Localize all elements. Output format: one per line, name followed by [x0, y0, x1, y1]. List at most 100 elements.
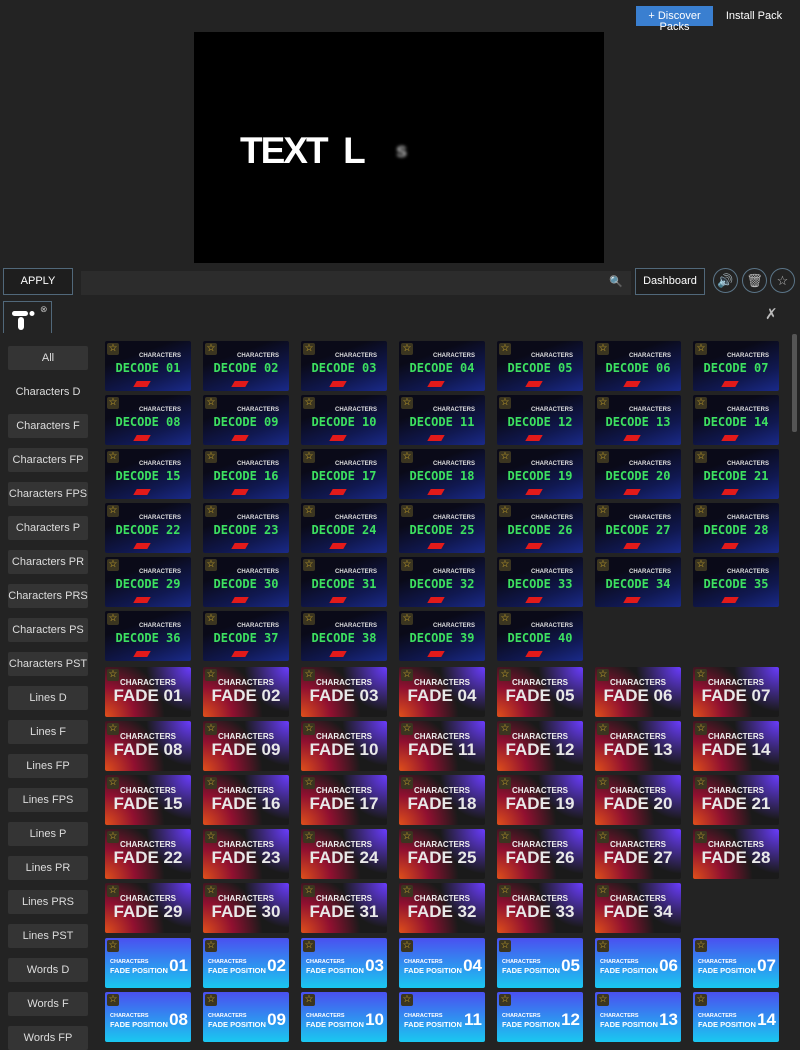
- preset-tile-decode-8[interactable]: ☆ CHARACTERS DECODE 08: [105, 395, 191, 445]
- preset-tile-fade-5[interactable]: ☆ CHARACTERS FADE 05: [497, 667, 583, 717]
- preset-tile-fade-3[interactable]: ☆ CHARACTERS FADE 03: [301, 667, 387, 717]
- preset-tile-decode-30[interactable]: ☆ CHARACTERS DECODE 30: [203, 557, 289, 607]
- preset-tile-fade-28[interactable]: ☆ CHARACTERS FADE 28: [693, 829, 779, 879]
- preset-tile-fade-16[interactable]: ☆ CHARACTERS FADE 16: [203, 775, 289, 825]
- preset-tile-fade-8[interactable]: ☆ CHARACTERS FADE 08: [105, 721, 191, 771]
- tab-text-presets[interactable]: ⊗: [3, 301, 52, 333]
- preset-tile-decode-11[interactable]: ☆ CHARACTERS DECODE 11: [399, 395, 485, 445]
- sidebar-item-all[interactable]: All: [8, 346, 88, 370]
- apply-button[interactable]: APPLY: [3, 268, 73, 295]
- preset-tile-fade-7[interactable]: ☆ CHARACTERS FADE 07: [693, 667, 779, 717]
- preset-tile-decode-5[interactable]: ☆ CHARACTERS DECODE 05: [497, 341, 583, 391]
- preset-tile-decode-24[interactable]: ☆ CHARACTERS DECODE 24: [301, 503, 387, 553]
- trash-icon[interactable]: 🗑: [742, 268, 767, 293]
- preset-tile-fade-18[interactable]: ☆ CHARACTERS FADE 18: [399, 775, 485, 825]
- preset-tile-fade-position-9[interactable]: ☆ CHARACTERS FADE POSITION 09: [203, 992, 289, 1042]
- sidebar-item-characters-fps[interactable]: Characters FPS: [8, 482, 88, 506]
- preset-tile-decode-13[interactable]: ☆ CHARACTERS DECODE 13: [595, 395, 681, 445]
- preset-tile-decode-6[interactable]: ☆ CHARACTERS DECODE 06: [595, 341, 681, 391]
- preset-tile-decode-23[interactable]: ☆ CHARACTERS DECODE 23: [203, 503, 289, 553]
- sidebar-item-lines-fp[interactable]: Lines FP: [8, 754, 88, 778]
- preset-tile-decode-15[interactable]: ☆ CHARACTERS DECODE 15: [105, 449, 191, 499]
- preset-tile-decode-25[interactable]: ☆ CHARACTERS DECODE 25: [399, 503, 485, 553]
- preset-tile-decode-10[interactable]: ☆ CHARACTERS DECODE 10: [301, 395, 387, 445]
- preset-tile-decode-26[interactable]: ☆ CHARACTERS DECODE 26: [497, 503, 583, 553]
- preset-tile-fade-position-11[interactable]: ☆ CHARACTERS FADE POSITION 11: [399, 992, 485, 1042]
- preset-tile-decode-7[interactable]: ☆ CHARACTERS DECODE 07: [693, 341, 779, 391]
- preset-tile-fade-12[interactable]: ☆ CHARACTERS FADE 12: [497, 721, 583, 771]
- sidebar-item-lines-prs[interactable]: Lines PRS: [8, 890, 88, 914]
- preset-tile-fade-position-7[interactable]: ☆ CHARACTERS FADE POSITION 07: [693, 938, 779, 988]
- preset-tile-decode-19[interactable]: ☆ CHARACTERS DECODE 19: [497, 449, 583, 499]
- sidebar-item-characters-prs[interactable]: Characters PRS: [8, 584, 88, 608]
- preset-tile-fade-30[interactable]: ☆ CHARACTERS FADE 30: [203, 883, 289, 933]
- preset-tile-decode-4[interactable]: ☆ CHARACTERS DECODE 04: [399, 341, 485, 391]
- preset-tile-fade-14[interactable]: ☆ CHARACTERS FADE 14: [693, 721, 779, 771]
- preset-tile-fade-position-14[interactable]: ☆ CHARACTERS FADE POSITION 14: [693, 992, 779, 1042]
- sidebar-item-characters-fp[interactable]: Characters FP: [8, 448, 88, 472]
- sidebar-item-lines-pr[interactable]: Lines PR: [8, 856, 88, 880]
- preset-tile-fade-11[interactable]: ☆ CHARACTERS FADE 11: [399, 721, 485, 771]
- preset-tile-fade-position-4[interactable]: ☆ CHARACTERS FADE POSITION 04: [399, 938, 485, 988]
- dashboard-button[interactable]: Dashboard: [635, 268, 705, 295]
- preset-tile-fade-position-3[interactable]: ☆ CHARACTERS FADE POSITION 03: [301, 938, 387, 988]
- install-pack-button[interactable]: Install Pack: [722, 6, 786, 26]
- preset-tile-decode-29[interactable]: ☆ CHARACTERS DECODE 29: [105, 557, 191, 607]
- preset-tile-fade-19[interactable]: ☆ CHARACTERS FADE 19: [497, 775, 583, 825]
- preset-tile-fade-29[interactable]: ☆ CHARACTERS FADE 29: [105, 883, 191, 933]
- preset-tile-decode-1[interactable]: ☆ CHARACTERS DECODE 01: [105, 341, 191, 391]
- preset-tile-decode-20[interactable]: ☆ CHARACTERS DECODE 20: [595, 449, 681, 499]
- sidebar-item-words-fp[interactable]: Words FP: [8, 1026, 88, 1050]
- preset-tile-fade-9[interactable]: ☆ CHARACTERS FADE 09: [203, 721, 289, 771]
- preset-tile-fade-34[interactable]: ☆ CHARACTERS FADE 34: [595, 883, 681, 933]
- preset-tile-fade-position-1[interactable]: ☆ CHARACTERS FADE POSITION 01: [105, 938, 191, 988]
- preset-tile-decode-2[interactable]: ☆ CHARACTERS DECODE 02: [203, 341, 289, 391]
- preset-tile-fade-1[interactable]: ☆ CHARACTERS FADE 01: [105, 667, 191, 717]
- preset-tile-decode-31[interactable]: ☆ CHARACTERS DECODE 31: [301, 557, 387, 607]
- preset-tile-fade-position-12[interactable]: ☆ CHARACTERS FADE POSITION 12: [497, 992, 583, 1042]
- preset-tile-decode-35[interactable]: ☆ CHARACTERS DECODE 35: [693, 557, 779, 607]
- scrollbar[interactable]: [792, 334, 797, 432]
- preset-tile-decode-18[interactable]: ☆ CHARACTERS DECODE 18: [399, 449, 485, 499]
- preset-tile-fade-13[interactable]: ☆ CHARACTERS FADE 13: [595, 721, 681, 771]
- preset-tile-fade-23[interactable]: ☆ CHARACTERS FADE 23: [203, 829, 289, 879]
- preset-tile-fade-position-6[interactable]: ☆ CHARACTERS FADE POSITION 06: [595, 938, 681, 988]
- preset-tile-decode-12[interactable]: ☆ CHARACTERS DECODE 12: [497, 395, 583, 445]
- preset-tile-fade-4[interactable]: ☆ CHARACTERS FADE 04: [399, 667, 485, 717]
- discover-packs-button[interactable]: + Discover Packs: [636, 6, 713, 33]
- preset-tile-decode-21[interactable]: ☆ CHARACTERS DECODE 21: [693, 449, 779, 499]
- preset-tile-decode-40[interactable]: ☆ CHARACTERS DECODE 40: [497, 611, 583, 661]
- preset-tile-fade-32[interactable]: ☆ CHARACTERS FADE 32: [399, 883, 485, 933]
- preset-tile-fade-position-10[interactable]: ☆ CHARACTERS FADE POSITION 10: [301, 992, 387, 1042]
- preset-tile-decode-33[interactable]: ☆ CHARACTERS DECODE 33: [497, 557, 583, 607]
- preset-tile-decode-27[interactable]: ☆ CHARACTERS DECODE 27: [595, 503, 681, 553]
- preset-tile-fade-20[interactable]: ☆ CHARACTERS FADE 20: [595, 775, 681, 825]
- sidebar-item-lines-p[interactable]: Lines P: [8, 822, 88, 846]
- preset-tile-decode-28[interactable]: ☆ CHARACTERS DECODE 28: [693, 503, 779, 553]
- preset-tile-fade-15[interactable]: ☆ CHARACTERS FADE 15: [105, 775, 191, 825]
- preset-tile-fade-position-8[interactable]: ☆ CHARACTERS FADE POSITION 08: [105, 992, 191, 1042]
- preset-tile-decode-39[interactable]: ☆ CHARACTERS DECODE 39: [399, 611, 485, 661]
- preset-tile-decode-22[interactable]: ☆ CHARACTERS DECODE 22: [105, 503, 191, 553]
- sidebar-item-lines-pst[interactable]: Lines PST: [8, 924, 88, 948]
- preset-tile-fade-6[interactable]: ☆ CHARACTERS FADE 06: [595, 667, 681, 717]
- speaker-icon[interactable]: 🔊: [713, 268, 738, 293]
- preset-tile-fade-25[interactable]: ☆ CHARACTERS FADE 25: [399, 829, 485, 879]
- preset-tile-decode-32[interactable]: ☆ CHARACTERS DECODE 32: [399, 557, 485, 607]
- sidebar-item-characters-d[interactable]: Characters D: [8, 380, 88, 404]
- star-icon[interactable]: ☆: [770, 268, 795, 293]
- tools-icon[interactable]: ✗: [765, 305, 778, 323]
- preset-tile-fade-22[interactable]: ☆ CHARACTERS FADE 22: [105, 829, 191, 879]
- sidebar-item-lines-f[interactable]: Lines F: [8, 720, 88, 744]
- preset-tile-decode-14[interactable]: ☆ CHARACTERS DECODE 14: [693, 395, 779, 445]
- sidebar-item-words-f[interactable]: Words F: [8, 992, 88, 1016]
- preset-tile-decode-34[interactable]: ☆ CHARACTERS DECODE 34: [595, 557, 681, 607]
- preset-tile-decode-16[interactable]: ☆ CHARACTERS DECODE 16: [203, 449, 289, 499]
- search-icon[interactable]: 🔍: [609, 275, 623, 288]
- preset-tile-fade-position-13[interactable]: ☆ CHARACTERS FADE POSITION 13: [595, 992, 681, 1042]
- preset-tile-fade-position-2[interactable]: ☆ CHARACTERS FADE POSITION 02: [203, 938, 289, 988]
- sidebar-item-characters-pr[interactable]: Characters PR: [8, 550, 88, 574]
- preset-tile-decode-17[interactable]: ☆ CHARACTERS DECODE 17: [301, 449, 387, 499]
- preset-tile-decode-38[interactable]: ☆ CHARACTERS DECODE 38: [301, 611, 387, 661]
- preset-tile-decode-3[interactable]: ☆ CHARACTERS DECODE 03: [301, 341, 387, 391]
